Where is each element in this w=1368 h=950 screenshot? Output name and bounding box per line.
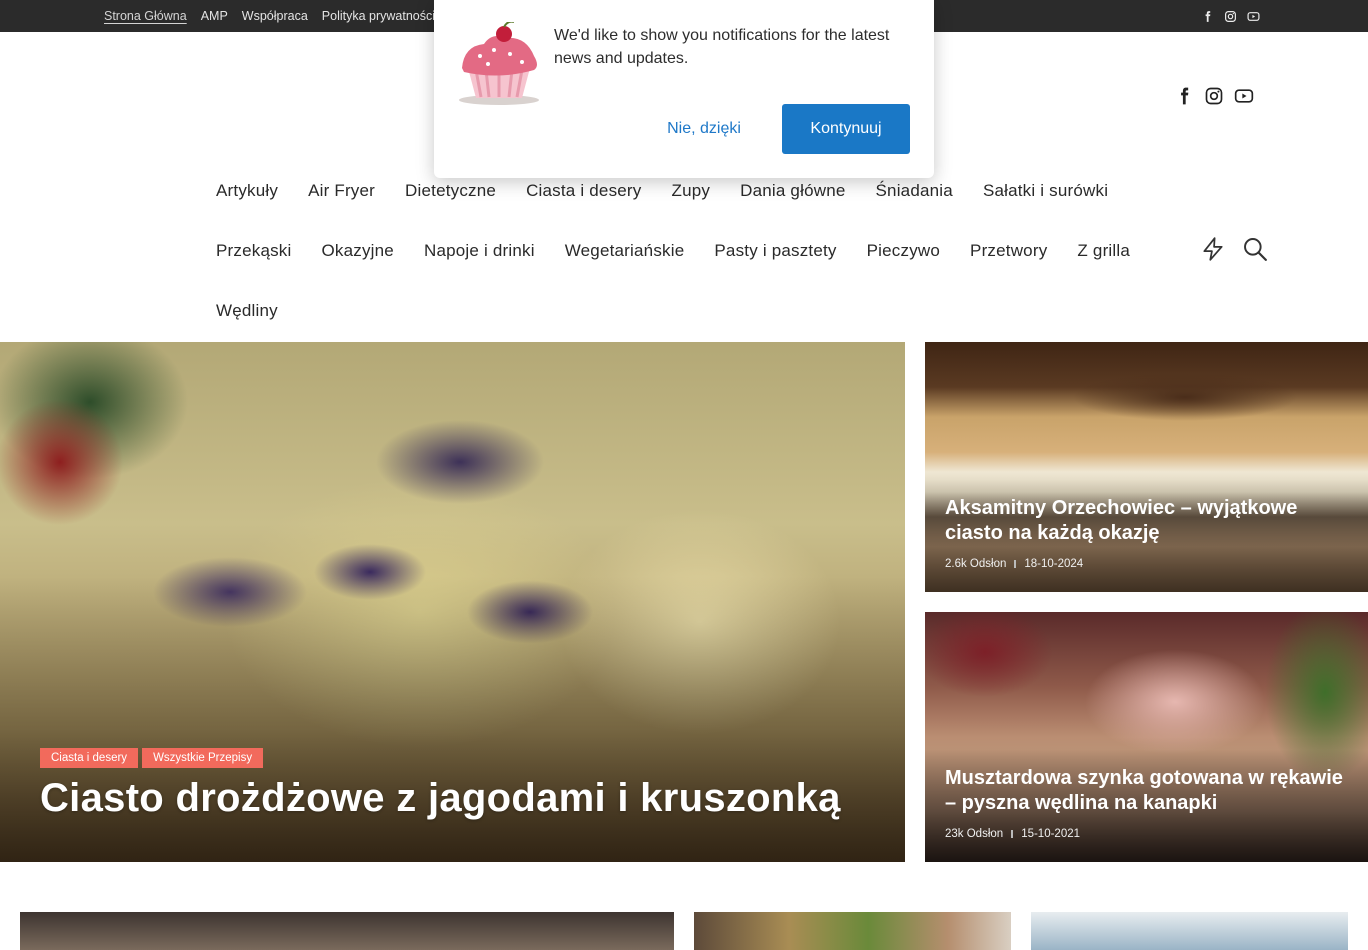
tag-przepisy[interactable]: Wszystkie Przepisy: [142, 748, 264, 768]
nav-tools: [1200, 236, 1268, 262]
nav-item-pasty[interactable]: Pasty i pasztety: [714, 241, 836, 261]
lightning-icon[interactable]: [1200, 236, 1226, 262]
nav-item-pieczywo[interactable]: Pieczywo: [867, 241, 940, 261]
views-count: 2.6k Odsłon: [945, 558, 1007, 570]
side-post[interactable]: Musztardowa szynka gotowana w rękawie – …: [925, 612, 1368, 862]
instagram-icon[interactable]: [1204, 86, 1224, 106]
top-link-amp[interactable]: AMP: [201, 9, 228, 23]
post-thumbnail[interactable]: [1031, 912, 1348, 950]
popup-message: We'd like to show you notifications for …: [554, 27, 890, 67]
nav-item-przekaski[interactable]: Przekąski: [216, 241, 292, 261]
main-nav: Artykuły Air Fryer Dietetyczne Ciasta i …: [216, 161, 1216, 341]
views-count: 23k Odsłon: [945, 828, 1004, 840]
side-post-title[interactable]: Musztardowa szynka gotowana w rękawie – …: [945, 766, 1345, 816]
nav-item-okazyjne[interactable]: Okazyjne: [322, 241, 394, 261]
top-link-home[interactable]: Strona Główna: [104, 9, 187, 23]
nav-row: Przekąski Okazyjne Napoje i drinki Weget…: [216, 221, 1216, 281]
post-date: 18-10-2024: [1024, 558, 1084, 570]
nav-item-z-grilla[interactable]: Z grilla: [1077, 241, 1130, 261]
instagram-icon[interactable]: [1224, 10, 1237, 23]
featured-title[interactable]: Ciasto drożdżowe z jagodami i kruszonką: [40, 776, 841, 821]
top-links: Strona Główna AMP Współpraca Polityka pr…: [104, 0, 435, 32]
nav-item-napoje[interactable]: Napoje i drinki: [424, 241, 535, 261]
nav-item-zupy[interactable]: Zupy: [672, 181, 711, 201]
nav-item-dania-glowne[interactable]: Dania główne: [740, 181, 845, 201]
nav-row: Wędliny: [216, 281, 1216, 341]
nav-item-przetwory[interactable]: Przetwory: [970, 241, 1047, 261]
tag-ciasta[interactable]: Ciasta i desery: [40, 748, 139, 768]
cupcake-icon: [459, 22, 539, 105]
meta-divider: [1011, 830, 1014, 838]
nav-item-artykuly[interactable]: Artykuły: [216, 181, 278, 201]
post-tags: Ciasta i desery Wszystkie Przepisy: [40, 748, 264, 768]
side-post-meta: 2.6k Odsłon 18-10-2024: [945, 558, 1083, 570]
post-thumbnail[interactable]: [20, 912, 674, 950]
youtube-icon[interactable]: [1247, 10, 1260, 23]
nav-item-sniadania[interactable]: Śniadania: [876, 181, 953, 201]
nav-item-dietetyczne[interactable]: Dietetyczne: [405, 181, 496, 201]
featured-post[interactable]: Ciasta i desery Wszystkie Przepisy Ciast…: [0, 342, 905, 862]
search-icon[interactable]: [1242, 236, 1268, 262]
post-thumbnail[interactable]: [694, 912, 1011, 950]
header-social: [1174, 86, 1254, 106]
nav-item-salatki[interactable]: Sałatki i surówki: [983, 181, 1108, 201]
nav-item-wegetarianskie[interactable]: Wegetariańskie: [565, 241, 685, 261]
decline-button[interactable]: Nie, dzięki: [648, 104, 760, 154]
post-date: 15-10-2021: [1021, 828, 1081, 840]
nav-item-wedliny[interactable]: Wędliny: [216, 301, 278, 321]
side-post-meta: 23k Odsłon 15-10-2021: [945, 828, 1080, 840]
top-link-privacy[interactable]: Polityka prywatności: [322, 9, 435, 23]
top-link-cooperation[interactable]: Współpraca: [242, 9, 308, 23]
youtube-icon[interactable]: [1234, 86, 1254, 106]
facebook-icon[interactable]: [1174, 86, 1194, 106]
facebook-icon[interactable]: [1201, 10, 1214, 23]
side-post[interactable]: Aksamitny Orzechowiec – wyjątkowe ciasto…: [925, 342, 1368, 592]
meta-divider: [1014, 560, 1017, 568]
notification-popup: We'd like to show you notifications for …: [434, 0, 934, 178]
nav-item-ciasta[interactable]: Ciasta i desery: [526, 181, 641, 201]
nav-item-air-fryer[interactable]: Air Fryer: [308, 181, 375, 201]
accept-button[interactable]: Kontynuuj: [782, 104, 910, 154]
top-social: [1201, 0, 1260, 32]
side-post-title[interactable]: Aksamitny Orzechowiec – wyjątkowe ciasto…: [945, 496, 1345, 546]
